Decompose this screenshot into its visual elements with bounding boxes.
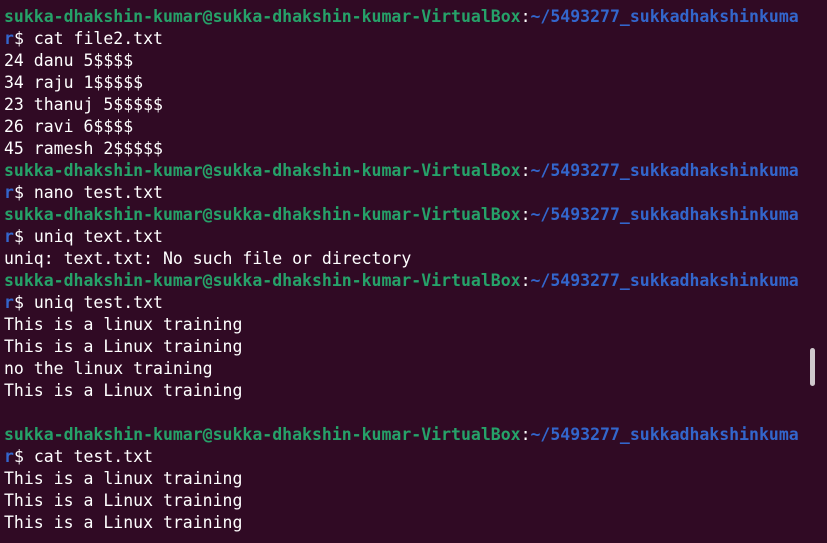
prompt-path-wrap: r <box>4 227 14 246</box>
prompt-symbol: $ <box>13 29 34 48</box>
prompt-user-host: sukka-dhakshin-kumar@sukka-dhakshin-kuma… <box>4 205 521 224</box>
output-text: This is a Linux training <box>4 491 243 510</box>
prompt-line: sukka-dhakshin-kumar@sukka-dhakshin-kuma… <box>4 270 804 292</box>
prompt-separator: : <box>520 161 531 180</box>
prompt-path: ~/5493277_sukkadhakshinkuma <box>530 161 799 180</box>
prompt-line: sukka-dhakshin-kumar@sukka-dhakshin-kuma… <box>4 424 804 446</box>
scrollbar-thumb[interactable] <box>810 348 815 386</box>
command-line: r$ uniq text.txt <box>4 226 804 248</box>
prompt-user-host: sukka-dhakshin-kumar@sukka-dhakshin-kuma… <box>4 161 521 180</box>
prompt-user-host: sukka-dhakshin-kumar@sukka-dhakshin-kuma… <box>4 271 521 290</box>
command-text: uniq text.txt <box>33 227 163 246</box>
command-line: r$ nano test.txt <box>4 182 804 204</box>
terminal-window[interactable]: sukka-dhakshin-kumar@sukka-dhakshin-kuma… <box>0 0 827 543</box>
output-text: 34 raju 1$$$$$ <box>4 73 144 92</box>
prompt-path: ~/5493277_sukkadhakshinkuma <box>530 271 799 290</box>
output-line: 34 raju 1$$$$$ <box>4 72 804 94</box>
output-text: This is a Linux training <box>4 513 243 532</box>
prompt-symbol: $ <box>13 183 34 202</box>
output-text: 24 danu 5$$$$ <box>4 51 134 70</box>
output-line: 45 ramesh 2$$$$$ <box>4 138 804 160</box>
prompt-path: ~/5493277_sukkadhakshinkuma <box>530 7 799 26</box>
command-text: cat file2.txt <box>33 29 163 48</box>
output-text: no the linux training <box>4 359 213 378</box>
output-text: 26 ravi 6$$$$ <box>4 117 134 136</box>
output-text: This is a linux training <box>4 315 243 334</box>
scrollbar[interactable] <box>809 0 817 543</box>
output-line: 26 ravi 6$$$$ <box>4 116 804 138</box>
prompt-path-wrap: r <box>4 293 14 312</box>
prompt-separator: : <box>520 205 531 224</box>
terminal-output[interactable]: sukka-dhakshin-kumar@sukka-dhakshin-kuma… <box>4 6 804 534</box>
prompt-line: sukka-dhakshin-kumar@sukka-dhakshin-kuma… <box>4 6 804 28</box>
prompt-path: ~/5493277_sukkadhakshinkuma <box>530 425 799 444</box>
output-line: 24 danu 5$$$$ <box>4 50 804 72</box>
command-line: r$ uniq test.txt <box>4 292 804 314</box>
command-text: cat test.txt <box>33 447 154 466</box>
prompt-line: sukka-dhakshin-kumar@sukka-dhakshin-kuma… <box>4 204 804 226</box>
command-text: nano test.txt <box>33 183 163 202</box>
prompt-path: ~/5493277_sukkadhakshinkuma <box>530 205 799 224</box>
prompt-symbol: $ <box>13 447 34 466</box>
output-line: 23 thanuj 5$$$$$ <box>4 94 804 116</box>
output-line: This is a Linux training <box>4 336 804 358</box>
output-text: uniq: text.txt: No such file or director… <box>4 249 412 268</box>
prompt-symbol: $ <box>13 227 34 246</box>
output-text: This is a Linux training <box>4 381 243 400</box>
output-text: 23 thanuj 5$$$$$ <box>4 95 163 114</box>
prompt-line: sukka-dhakshin-kumar@sukka-dhakshin-kuma… <box>4 160 804 182</box>
prompt-path-wrap: r <box>4 183 14 202</box>
prompt-separator: : <box>520 271 531 290</box>
output-text: This is a linux training <box>4 469 243 488</box>
prompt-symbol: $ <box>13 293 34 312</box>
command-text: uniq test.txt <box>33 293 163 312</box>
output-line: no the linux training <box>4 358 804 380</box>
prompt-user-host: sukka-dhakshin-kumar@sukka-dhakshin-kuma… <box>4 425 521 444</box>
output-line: This is a Linux training <box>4 490 804 512</box>
output-line: This is a linux training <box>4 468 804 490</box>
output-text: This is a Linux training <box>4 337 243 356</box>
prompt-separator: : <box>520 425 531 444</box>
output-line: This is a linux training <box>4 314 804 336</box>
prompt-path-wrap: r <box>4 447 14 466</box>
output-text: 45 ramesh 2$$$$$ <box>4 139 163 158</box>
output-line: This is a Linux training <box>4 380 804 402</box>
output-line: This is a Linux training <box>4 512 804 534</box>
output-line: uniq: text.txt: No such file or director… <box>4 248 804 270</box>
command-line: r$ cat file2.txt <box>4 28 804 50</box>
prompt-user-host: sukka-dhakshin-kumar@sukka-dhakshin-kuma… <box>4 7 521 26</box>
prompt-separator: : <box>520 7 531 26</box>
command-line: r$ cat test.txt <box>4 446 804 468</box>
prompt-path-wrap: r <box>4 29 14 48</box>
